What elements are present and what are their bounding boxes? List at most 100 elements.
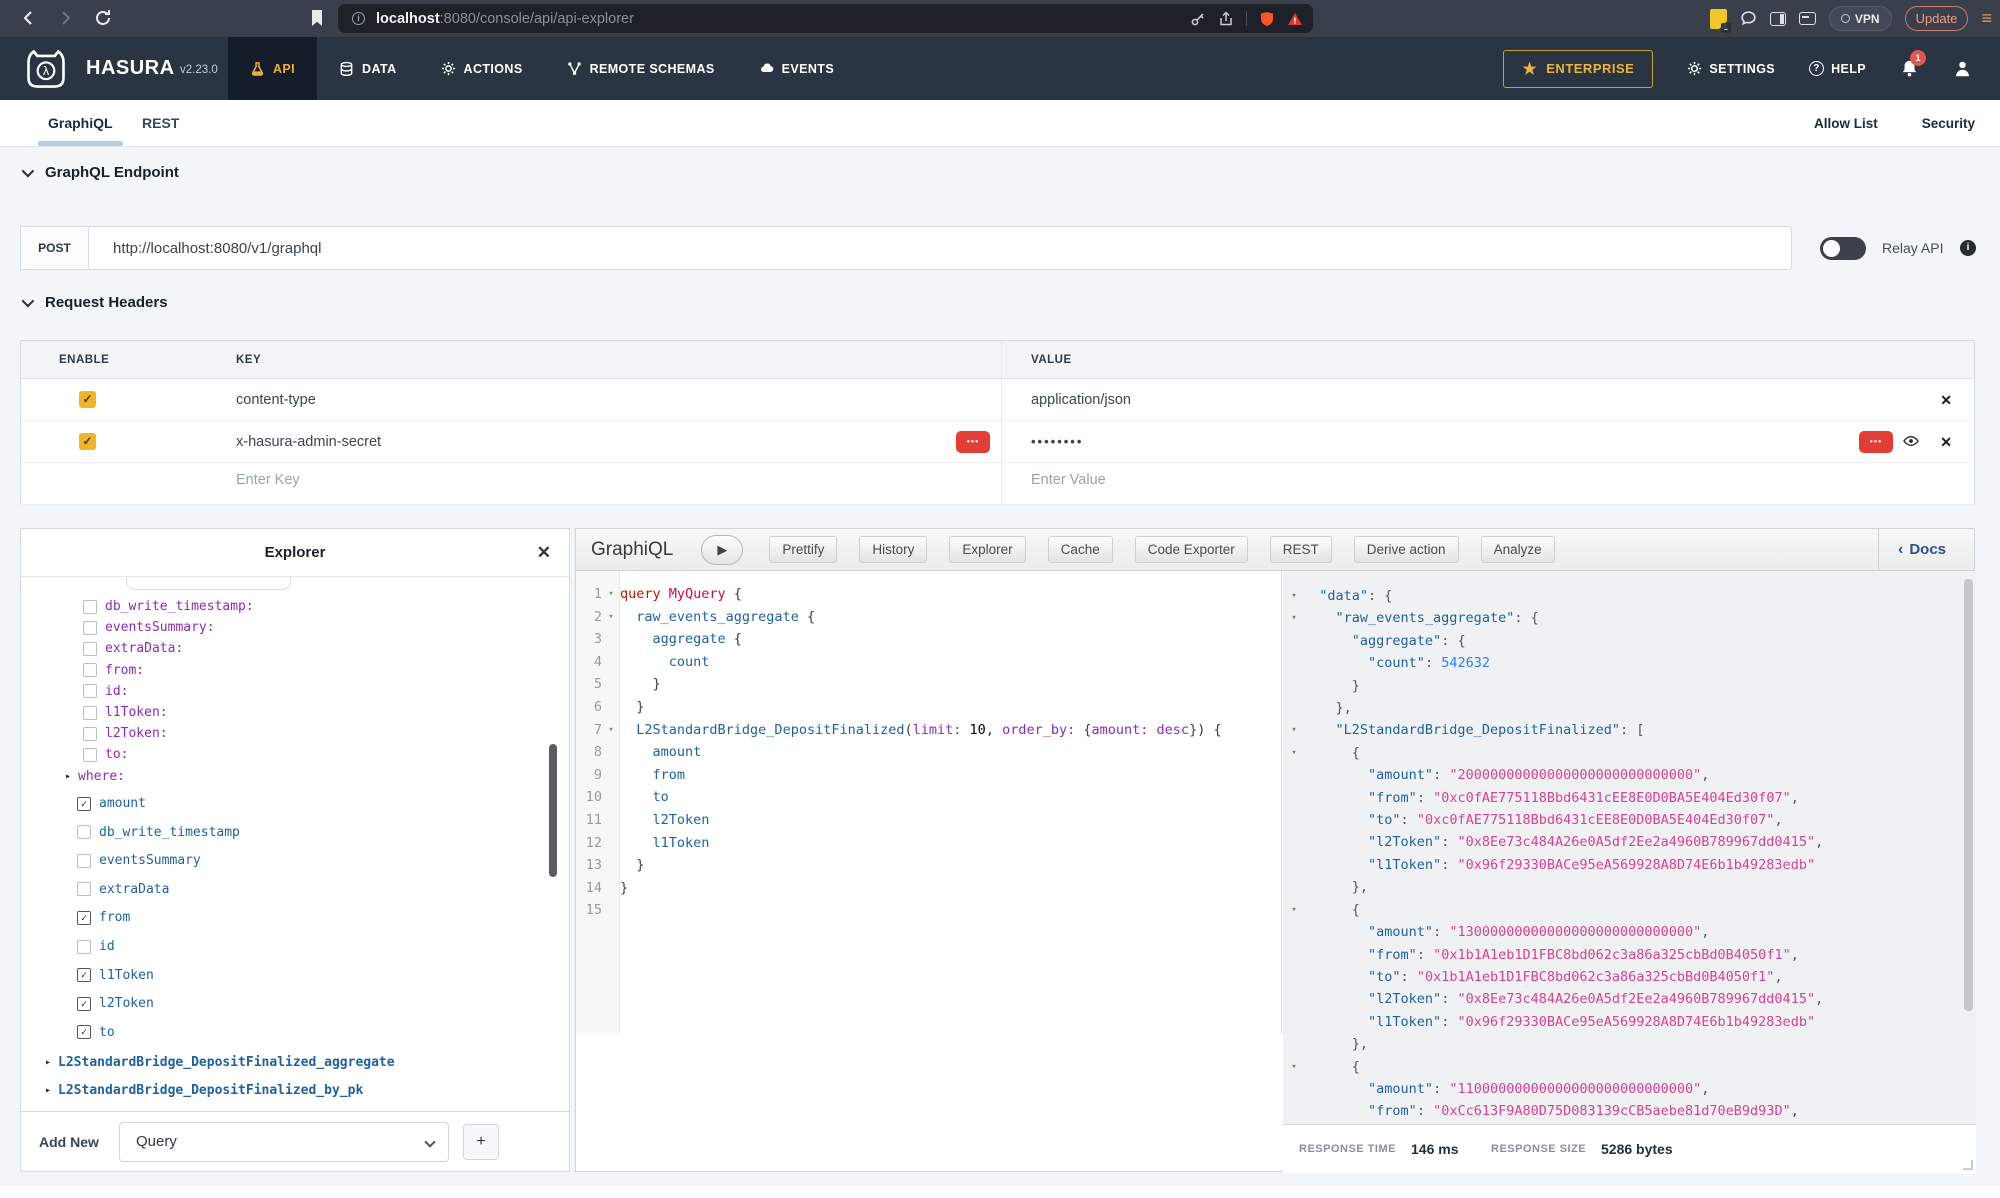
fold-icon[interactable]: ▾ (1285, 607, 1303, 629)
field-checkbox[interactable] (83, 642, 97, 656)
brave-shield-icon[interactable] (1259, 11, 1275, 27)
field-checkbox[interactable]: ✓ (77, 911, 91, 925)
nav-item-remote-schemas[interactable]: REMOTE SCHEMAS (545, 37, 737, 100)
remove-header-icon[interactable]: ✕ (1940, 421, 1952, 463)
sidebar-toggle-icon[interactable] (1770, 12, 1786, 26)
explorer-field-extradata[interactable]: extraData (77, 882, 169, 897)
docs-button[interactable]: ‹Docs (1898, 529, 1946, 570)
response-scrollbar[interactable] (1964, 579, 1973, 1011)
relay-api-toggle[interactable] (1820, 237, 1866, 260)
field-checkbox[interactable]: ✓ (77, 968, 91, 982)
enable-checkbox[interactable]: ✓ (79, 391, 96, 408)
field-checkbox[interactable] (83, 621, 97, 635)
explorer-arg-extradata-[interactable]: extraData: (83, 641, 183, 656)
prettify-button[interactable]: Prettify (769, 536, 837, 563)
explorer-scrollbar[interactable] (549, 744, 557, 877)
explorer-arg-l1token-[interactable]: l1Token: (83, 705, 168, 720)
analyze-button[interactable]: Analyze (1481, 536, 1555, 563)
user-avatar[interactable] (1953, 59, 1972, 78)
explorer-arg-to-[interactable]: to: (83, 747, 128, 762)
admin-secret-pill-icon[interactable]: ••• (956, 431, 990, 453)
cache-button[interactable]: Cache (1048, 536, 1113, 563)
site-info-icon[interactable]: i (352, 12, 365, 25)
vpn-button[interactable]: VPN (1829, 6, 1892, 31)
settings-button[interactable]: SETTINGS (1687, 61, 1775, 77)
eye-icon[interactable] (1902, 433, 1920, 449)
nav-item-actions[interactable]: ACTIONS (419, 37, 545, 100)
nav-item-events[interactable]: EVENTS (737, 37, 856, 100)
explorer-field-db-write-timestamp[interactable]: db_write_timestamp (77, 825, 240, 840)
fold-icon[interactable]: ▾ (1285, 719, 1303, 741)
leo-ai-icon[interactable] (1740, 10, 1757, 27)
add-new-select[interactable]: Query (119, 1122, 449, 1162)
explorer-field-amount[interactable]: ✓amount (77, 796, 146, 811)
warning-icon[interactable] (1287, 11, 1303, 27)
add-query-button[interactable]: + (463, 1124, 499, 1160)
explorer-field-to[interactable]: ✓to (77, 1025, 115, 1040)
expand-arrow-icon[interactable]: ▸ (65, 771, 71, 782)
explorer-field-l2token[interactable]: ✓l2Token (77, 996, 154, 1011)
fold-icon[interactable]: ▾ (602, 606, 620, 629)
browser-reload-icon[interactable] (92, 7, 114, 29)
explorer-arg-id-[interactable]: id: (83, 684, 128, 699)
close-icon[interactable]: ✕ (537, 529, 551, 577)
query-editor[interactable]: 1▾query MyQuery {2▾ raw_events_aggregate… (576, 571, 1282, 1033)
graphql-endpoint-header[interactable]: GraphQL Endpoint (22, 164, 179, 181)
header-value[interactable]: application/json (1031, 379, 1131, 421)
tab-rest[interactable]: REST (142, 100, 179, 147)
explorer-arg-from-[interactable]: from: (83, 663, 144, 678)
header-value[interactable]: •••••••• (1031, 421, 1083, 463)
fold-icon[interactable]: ▾ (1285, 899, 1303, 921)
explorer-field-from[interactable]: ✓from (77, 910, 130, 925)
key-icon[interactable] (1190, 11, 1206, 27)
header-key[interactable]: x-hasura-admin-secret (236, 421, 381, 463)
fold-icon[interactable]: ▾ (1285, 1056, 1303, 1078)
field-checkbox[interactable]: ✓ (77, 1025, 91, 1039)
rest-button[interactable]: REST (1270, 536, 1332, 563)
explorer-field-eventssummary[interactable]: eventsSummary (77, 853, 201, 868)
field-checkbox[interactable] (77, 854, 91, 868)
field-checkbox[interactable]: ✓ (77, 797, 91, 811)
url-bar[interactable]: i localhost:8080/console/api/api-explore… (338, 4, 1313, 33)
tab-graphiql[interactable]: GraphiQL (48, 100, 113, 147)
menu-icon[interactable]: ≡ (1981, 8, 1992, 29)
derive-action-button[interactable]: Derive action (1354, 536, 1459, 563)
expand-arrow-icon[interactable]: ▸ (45, 1057, 51, 1068)
explorer-root-l2standardbridge-depositfinalized-by-pk[interactable]: ▸L2StandardBridge_DepositFinalized_by_pk (45, 1083, 363, 1098)
bookmark-icon[interactable] (306, 7, 328, 29)
explorer-field-id[interactable]: id (77, 939, 115, 954)
nav-item-api[interactable]: API (228, 37, 317, 100)
explorer-button[interactable]: Explorer (949, 536, 1025, 563)
enable-checkbox[interactable]: ✓ (79, 433, 96, 450)
nav-item-data[interactable]: DATA (317, 37, 418, 100)
fold-icon[interactable]: ▾ (602, 719, 620, 742)
browser-back-icon[interactable] (18, 7, 40, 29)
resize-handle[interactable] (1963, 1160, 1973, 1170)
history-button[interactable]: History (859, 536, 927, 563)
admin-secret-pill-icon[interactable]: ••• (1859, 431, 1893, 453)
explorer-arg-db-write-timestamp-[interactable]: db_write_timestamp: (83, 599, 254, 614)
code-exporter-button[interactable]: Code Exporter (1135, 536, 1248, 563)
fold-icon[interactable]: ▾ (1285, 742, 1303, 764)
explorer-arg-eventssummary-[interactable]: eventsSummary: (83, 620, 215, 635)
fold-icon[interactable]: ▾ (1285, 585, 1303, 607)
fold-icon[interactable]: ▾ (602, 583, 620, 606)
notifications-button[interactable]: 1 (1900, 59, 1919, 78)
field-checkbox[interactable] (83, 663, 97, 677)
explorer-arg-l2token-[interactable]: l2Token: (83, 726, 168, 741)
notes-extension-icon[interactable]: 1 (1710, 9, 1727, 29)
field-checkbox[interactable] (83, 684, 97, 698)
field-checkbox[interactable]: ✓ (77, 997, 91, 1011)
field-checkbox[interactable] (83, 727, 97, 741)
field-checkbox[interactable] (83, 748, 97, 762)
explorer-field-l1token[interactable]: ✓l1Token (77, 968, 154, 983)
field-checkbox[interactable] (77, 940, 91, 954)
info-icon[interactable]: i (1960, 240, 1976, 256)
new-value-input[interactable] (1031, 472, 1431, 488)
remove-header-icon[interactable]: ✕ (1940, 379, 1952, 421)
new-key-input[interactable] (236, 472, 636, 488)
explorer-arg-where[interactable]: ▸where: (65, 769, 125, 784)
share-icon[interactable] (1218, 11, 1234, 27)
wallet-icon[interactable] (1799, 12, 1816, 25)
request-headers-header[interactable]: Request Headers (22, 294, 168, 311)
